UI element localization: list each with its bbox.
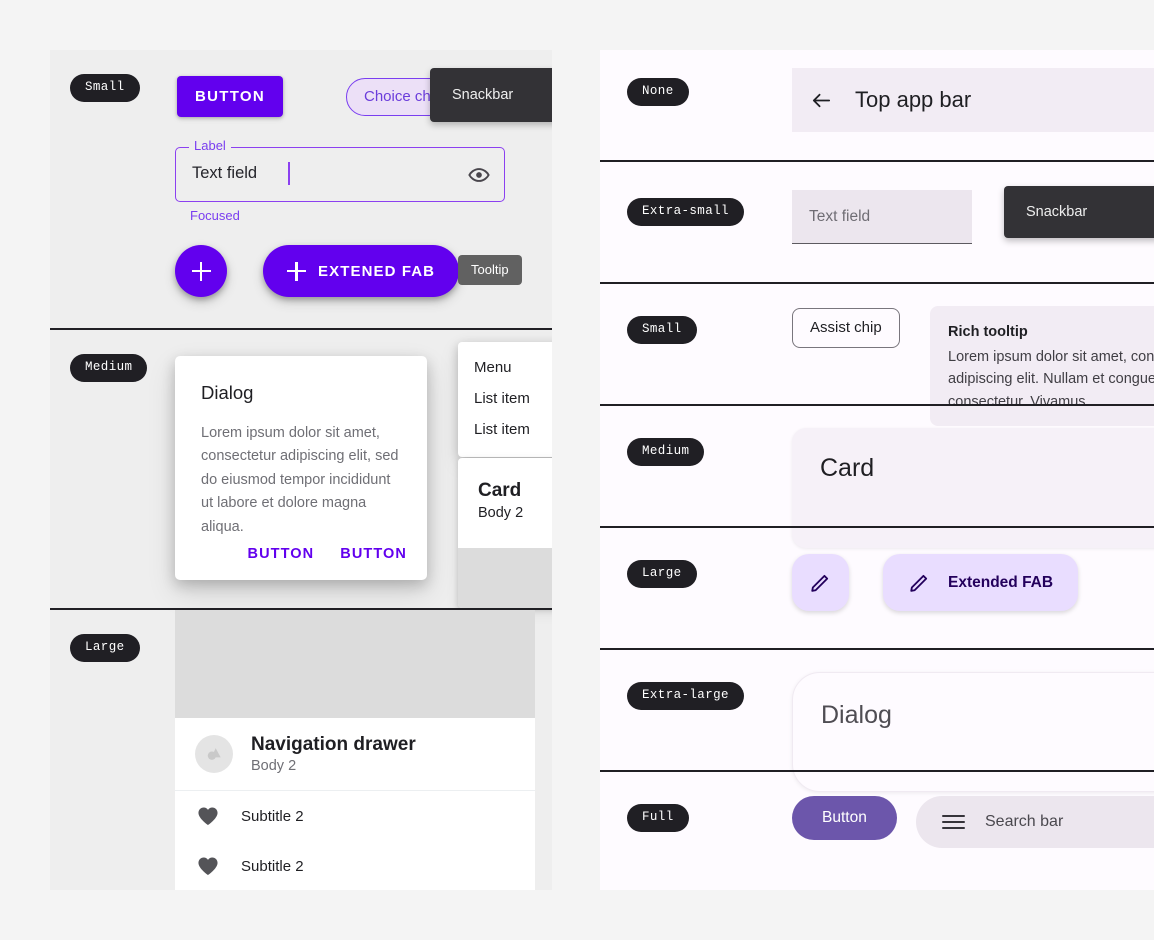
material3-shape-panel: None Top app bar Extra-small Text field …: [600, 50, 1154, 890]
snackbar: Snackbar: [430, 68, 552, 122]
size-chip-none: None: [627, 78, 689, 106]
menu: Menu List item List item: [458, 342, 552, 457]
material2-shape-panel: Small BUTTON Choice chip Snackbar Label …: [50, 50, 552, 890]
extended-fab[interactable]: EXTENED FAB: [263, 245, 460, 297]
size-chip-large: Large: [70, 634, 140, 662]
navigation-drawer: Navigation drawer Body 2 Subtitle 2 Subt…: [175, 610, 535, 890]
extended-fab[interactable]: Extended FAB: [883, 554, 1079, 611]
plus-icon: [287, 261, 306, 281]
text-cursor: [288, 162, 290, 185]
menu-header[interactable]: Menu: [458, 352, 552, 383]
snackbar: Snackbar: [1004, 186, 1154, 238]
hamburger-icon[interactable]: [942, 814, 965, 830]
heart-icon: [197, 856, 219, 876]
drawer-header: Navigation drawer Body 2: [175, 718, 535, 791]
filled-button[interactable]: Button: [792, 796, 897, 840]
card[interactable]: Card Body 2: [458, 458, 552, 608]
assist-chip[interactable]: Assist chip: [792, 308, 900, 348]
size-chip-extra-large: Extra-large: [627, 682, 744, 710]
size-chip-large: Large: [627, 560, 697, 588]
text-field-placeholder: Text field: [809, 207, 871, 225]
outlined-text-field[interactable]: Label Text field: [175, 139, 505, 202]
snackbar-label: Snackbar: [1026, 204, 1088, 220]
top-app-bar-title: Top app bar: [855, 87, 972, 112]
left-row-large: Large Navigation drawer Body 2 Subtitle …: [50, 610, 552, 890]
dialog-action-right[interactable]: BUTTON: [340, 546, 407, 562]
drawer-hero-placeholder: [175, 610, 535, 718]
left-row-small: Small BUTTON Choice chip Snackbar Label …: [50, 50, 552, 328]
floating-action-button[interactable]: [792, 554, 849, 611]
dialog-title: Dialog: [201, 382, 254, 403]
drawer-subtitle: Body 2: [251, 758, 297, 774]
heart-icon: [197, 806, 219, 826]
right-row-none: None Top app bar: [600, 50, 1154, 160]
extended-fab-label: EXTENED FAB: [318, 262, 436, 280]
right-row-large: Large Extended FAB: [600, 528, 1154, 648]
card-title: Card: [820, 454, 875, 482]
drawer-item-label: Subtitle 2: [241, 807, 304, 825]
size-chip-small: Small: [627, 316, 697, 344]
left-row-medium: Medium Dialog Lorem ipsum dolor sit amet…: [50, 330, 552, 608]
drawer-title: Navigation drawer: [251, 734, 416, 755]
plus-icon: [191, 261, 211, 281]
size-chip-medium: Medium: [70, 354, 148, 382]
floating-action-button[interactable]: [175, 245, 227, 297]
size-chip-small: Small: [70, 74, 140, 102]
size-chip-medium: Medium: [627, 438, 705, 466]
drawer-list-item[interactable]: Subtitle 2: [175, 841, 535, 890]
right-row-extra-small: Extra-small Text field Snackbar: [600, 162, 1154, 282]
dialog-title: Dialog: [821, 701, 892, 729]
right-row-medium: Medium Card: [600, 406, 1154, 548]
filled-text-field[interactable]: Text field: [792, 190, 972, 244]
search-bar[interactable]: Search bar: [916, 796, 1154, 848]
card-media-placeholder: [458, 548, 552, 608]
card-title: Card: [478, 480, 522, 501]
drawer-list-item[interactable]: Subtitle 2: [175, 791, 535, 841]
avatar: [195, 735, 233, 773]
size-chip-extra-small: Extra-small: [627, 198, 744, 226]
eye-icon[interactable]: [468, 164, 490, 186]
top-app-bar: Top app bar: [792, 68, 1154, 132]
rich-tooltip-title: Rich tooltip: [948, 324, 1028, 340]
snackbar-label: Snackbar: [452, 87, 514, 103]
dialog-actions: BUTTON BUTTON: [248, 546, 408, 562]
right-row-small: Small Assist chip Rich tooltip Lorem ips…: [600, 284, 1154, 426]
card-subtitle: Body 2: [478, 505, 524, 521]
right-row-extra-large: Extra-large Dialog: [600, 650, 1154, 792]
drawer-item-label: Subtitle 2: [241, 857, 304, 875]
text-field-value: Text field: [192, 164, 258, 182]
arrow-back-icon[interactable]: [810, 89, 833, 112]
dialog-action-left[interactable]: BUTTON: [248, 546, 315, 562]
right-row-full: Full Button Search bar: [600, 772, 1154, 890]
pencil-icon: [908, 571, 931, 594]
text-field-label: Label: [189, 139, 231, 152]
pencil-icon: [809, 571, 832, 594]
tooltip-label: Tooltip: [471, 262, 509, 277]
search-placeholder: Search bar: [985, 813, 1064, 830]
dialog: Dialog Lorem ipsum dolor sit amet, conse…: [175, 356, 427, 580]
text-field-helper: Focused: [190, 208, 240, 223]
size-chip-full: Full: [627, 804, 689, 832]
dialog-body: Lorem ipsum dolor sit amet, consectetur …: [201, 425, 399, 535]
menu-item[interactable]: List item: [458, 383, 552, 414]
attachment-icon[interactable]: [1149, 89, 1154, 112]
contained-button[interactable]: BUTTON: [177, 76, 284, 117]
menu-item[interactable]: List item: [458, 414, 552, 445]
extended-fab-label: Extended FAB: [948, 573, 1054, 591]
tooltip: Tooltip: [458, 255, 522, 285]
